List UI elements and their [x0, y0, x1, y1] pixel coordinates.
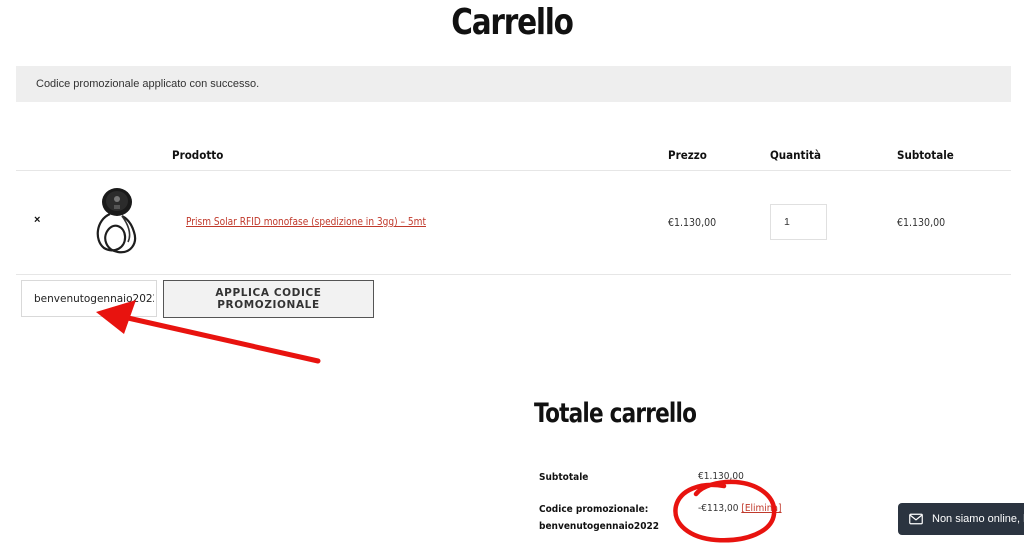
- notice-message: Codice promozionale applicato con succes…: [36, 78, 260, 90]
- header-quantity: Quantità: [770, 148, 821, 162]
- totals-coupon-label: Codice promozionale:: [539, 504, 649, 515]
- cart-page: Carrello Codice promozionale applicato c…: [0, 0, 1024, 553]
- envelope-icon: [909, 513, 923, 525]
- cart-totals-title: Totale carrello: [534, 398, 697, 429]
- header-product: Prodotto: [172, 148, 224, 162]
- remove-item-button[interactable]: ×: [34, 214, 40, 226]
- header-subtotal: Subtotale: [897, 148, 954, 162]
- totals-subtotal-label: Subtotale: [539, 472, 589, 483]
- header-price: Prezzo: [668, 148, 707, 162]
- coupon-code-input[interactable]: [21, 280, 157, 317]
- chat-status-label: Non siamo online, l: [932, 513, 1024, 525]
- item-subtotal: €1.130,00: [897, 217, 946, 229]
- product-name-link[interactable]: Prism Solar RFID monofase (spedizione in…: [186, 216, 426, 228]
- chat-widget[interactable]: Non siamo online, l: [898, 503, 1024, 535]
- annotation-arrow-shaft: [125, 315, 321, 364]
- product-thumbnail[interactable]: [92, 188, 142, 258]
- quantity-input[interactable]: [770, 204, 827, 240]
- apply-coupon-button[interactable]: APPLICA CODICE PROMOZIONALE: [163, 280, 374, 318]
- success-notice: Codice promozionale applicato con succes…: [16, 66, 1011, 102]
- totals-subtotal-value: €1.130,00: [698, 471, 744, 482]
- totals-coupon-label-block: Codice promozionale: benvenutogennaio202…: [539, 501, 659, 535]
- cart-table-header: Prodotto Prezzo Quantità Subtotale: [16, 140, 1011, 171]
- page-title: Carrello: [451, 2, 574, 43]
- remove-coupon-link[interactable]: [Elimina]: [741, 503, 781, 514]
- totals-coupon-code: benvenutogennaio2022: [539, 521, 659, 532]
- coupon-discount-amount: -€113,00: [698, 503, 739, 514]
- item-price: €1.130,00: [668, 217, 717, 229]
- totals-coupon-value: -€113,00 [Elimina]: [698, 503, 782, 514]
- cart-item-row: × Prism Solar RFID monofase (spedizione …: [16, 170, 1011, 275]
